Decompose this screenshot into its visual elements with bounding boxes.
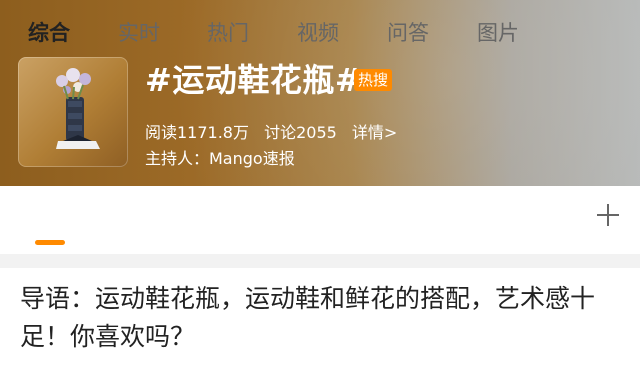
active-tab-indicator [35,240,65,245]
tab-images[interactable]: 图片 [477,18,519,48]
tab-qa[interactable]: 问答 [387,18,429,48]
tab-comprehensive[interactable]: 综合 [28,18,70,48]
topic-stats: 阅读1171.8万 讨论2055 详情> [145,122,407,144]
section-divider [0,254,640,268]
tab-hot[interactable]: 热门 [207,18,249,48]
topic-title: #运动鞋花瓶# [145,61,363,99]
discussion-count: 讨论2055 [264,123,337,142]
read-count: 阅读1171.8万 [145,123,249,142]
topic-thumbnail[interactable] [18,57,128,167]
tab-video[interactable]: 视频 [297,18,339,48]
tab-bar [0,186,640,254]
tab-realtime[interactable]: 实时 [118,18,160,48]
details-link[interactable]: 详情> [352,123,397,142]
add-tab-plus-icon[interactable] [596,203,620,227]
hot-badge: 热搜 [354,69,392,91]
topic-host[interactable]: 主持人：Mango速报 [145,148,295,170]
topic-intro: 导语：运动鞋花瓶，运动鞋和鲜花的搭配，艺术感十足！你喜欢吗？ [20,284,596,351]
vase-image-icon [56,68,100,149]
